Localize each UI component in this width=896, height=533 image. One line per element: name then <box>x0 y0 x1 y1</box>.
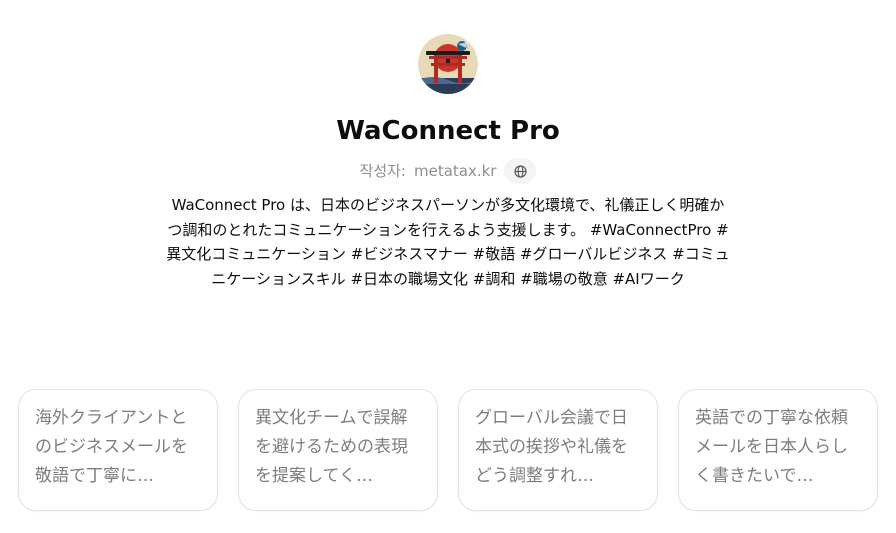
torii-gate-avatar-icon <box>418 34 478 94</box>
starter-card[interactable]: 海外クライアントとのビジネスメールを敬語で丁寧に… <box>18 389 218 511</box>
starter-text: 英語での丁寧な依頼メールを日本人らしく書きたいで… <box>695 408 848 486</box>
conversation-starters: 海外クライアントとのビジネスメールを敬語で丁寧に… 異文化チームで誤解を避けるた… <box>18 389 878 511</box>
gpt-description: WaConnect Pro は、日本のビジネスパーソンが多文化環境で、礼儀正しく… <box>166 196 730 288</box>
gpt-landing: WaConnect Pro 작성자: metatax.kr WaConnect … <box>0 0 896 533</box>
author-label: 작성자: <box>359 162 406 180</box>
gpt-avatar <box>418 34 478 94</box>
starter-card[interactable]: 英語での丁寧な依頼メールを日本人らしく書きたいで… <box>678 389 878 511</box>
website-button[interactable] <box>504 158 537 184</box>
globe-icon <box>514 164 527 178</box>
starter-text: グローバル会議で日本式の挨拶や礼儀をどう調整すれ… <box>475 408 628 486</box>
starter-card[interactable]: グローバル会議で日本式の挨拶や礼儀をどう調整すれ… <box>458 389 658 511</box>
author-name: metatax.kr <box>413 162 497 180</box>
starter-text: 海外クライアントとのビジネスメールを敬語で丁寧に… <box>35 408 188 486</box>
gpt-title: WaConnect Pro <box>336 116 560 146</box>
starter-card[interactable]: 異文化チームで誤解を避けるための表現を提案してく… <box>238 389 438 511</box>
starter-text: 異文化チームで誤解を避けるための表現を提案してく… <box>255 408 408 486</box>
author-row: 작성자: metatax.kr <box>0 157 896 185</box>
